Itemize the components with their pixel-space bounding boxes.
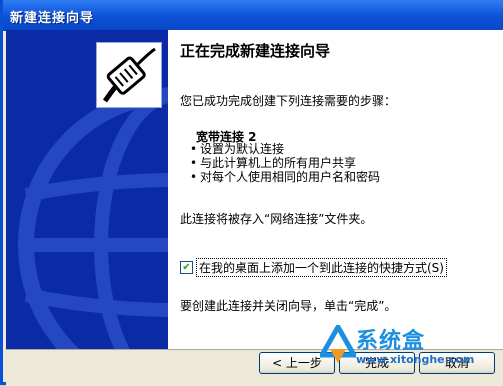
- desktop-shortcut-label[interactable]: 在我的桌面上添加一个到此连接的快捷方式(S): [196, 258, 447, 277]
- wizard-side-banner: [6, 30, 168, 349]
- xitonghe-logo-icon: [320, 325, 356, 363]
- watermark: 系统盒 www.xitonghe.com: [320, 323, 500, 378]
- settings-list: 设置为默认连接 与此计算机上的所有用户共享 对每个人使用相同的用户名和密码: [190, 142, 380, 184]
- network-cable-icon: [96, 42, 162, 108]
- list-item: 设置为默认连接: [190, 142, 380, 156]
- list-item: 对每个人使用相同的用户名和密码: [190, 170, 380, 184]
- list-item: 与此计算机上的所有用户共享: [190, 156, 380, 170]
- intro-text: 您已成功完成创建下列连接需要的步骤：: [180, 94, 397, 108]
- watermark-url: www.xitonghe.com: [356, 353, 475, 366]
- wizard-heading: 正在完成新建连接向导: [180, 42, 331, 60]
- window-title: 新建连接向导: [10, 11, 95, 26]
- watermark-text: 系统盒: [356, 329, 426, 354]
- title-bar[interactable]: 新建连接向导: [3, 0, 503, 31]
- saved-location-text: 此连接将被存入“网络连接”文件夹。: [180, 212, 373, 226]
- desktop-shortcut-checkbox[interactable]: ✔: [180, 261, 193, 274]
- finish-instruction-text: 要创建此连接并关闭向导，单击“完成”。: [180, 299, 397, 313]
- desktop-shortcut-option[interactable]: ✔ 在我的桌面上添加一个到此连接的快捷方式(S): [180, 258, 447, 277]
- wizard-content: 正在完成新建连接向导 您已成功完成创建下列连接需要的步骤： 宽带连接 2 设置为…: [168, 30, 503, 349]
